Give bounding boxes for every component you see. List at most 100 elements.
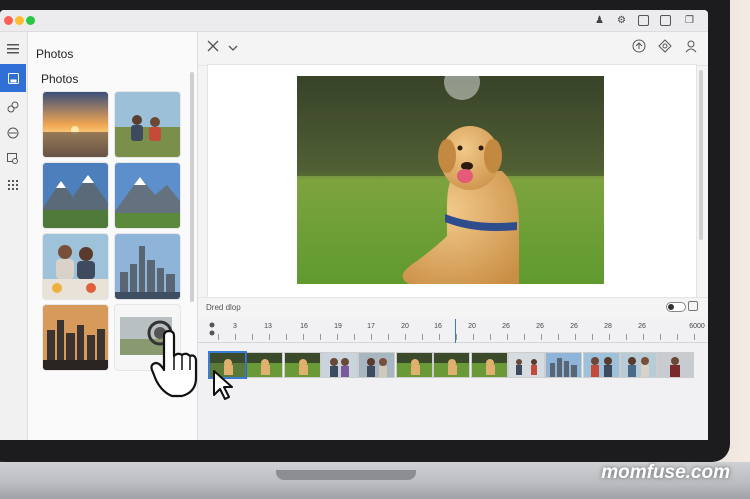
preview-image[interactable] [297, 76, 604, 284]
ruler-tick [592, 334, 593, 340]
ruler-tick [269, 334, 270, 340]
ruler-tick [507, 334, 508, 340]
wand-icon[interactable] [204, 39, 222, 57]
ruler-tick [337, 334, 338, 340]
drop-toggle[interactable] [666, 302, 686, 312]
icon-rail [0, 32, 28, 440]
tick-label: 3 [233, 323, 237, 330]
timeline-marker-icon [209, 322, 215, 336]
timeline-frame[interactable] [397, 353, 432, 377]
tick-label: 26 [536, 323, 544, 330]
copy-icon[interactable]: ❐ [684, 15, 695, 26]
people-icon[interactable]: ♟ [594, 15, 605, 26]
ruler-tick [235, 334, 236, 340]
ruler-tick [388, 334, 389, 340]
ruler-tick [575, 334, 576, 340]
timeline-frame[interactable] [322, 353, 357, 377]
tick-label: 28 [604, 323, 612, 330]
canvas-scrollbar[interactable] [699, 70, 703, 240]
timeline-frame[interactable] [434, 353, 469, 377]
photo-thumb-mountains[interactable] [43, 163, 108, 228]
library-title: Photos [41, 72, 79, 86]
ruler-tick [660, 334, 661, 340]
tick-label: 26 [570, 323, 578, 330]
photo-thumb-friends[interactable] [43, 234, 108, 299]
ruler-tick [439, 334, 440, 340]
tick-label: 26 [638, 323, 646, 330]
maximize-window-button[interactable] [26, 16, 35, 25]
timeline-frame[interactable] [621, 353, 656, 377]
person-icon[interactable] [682, 39, 700, 57]
title-bar: ♟ ⚙ ❐ [0, 10, 708, 32]
search-icon[interactable] [2, 148, 24, 170]
minimize-window-button[interactable] [15, 16, 24, 25]
ruler-tick [626, 334, 627, 340]
timeline-frame[interactable] [247, 353, 282, 377]
photo-thumb-sunset[interactable] [43, 92, 108, 157]
tick-label: 16 [300, 323, 308, 330]
menu-icon[interactable] [2, 38, 24, 60]
window-icon[interactable] [660, 15, 671, 26]
ruler-tick [677, 334, 678, 340]
ruler-tick [558, 334, 559, 340]
ruler-tick [320, 334, 321, 340]
upload-icon[interactable] [630, 39, 648, 57]
chevron-down-icon[interactable] [224, 39, 242, 57]
laptop-notch [276, 470, 416, 480]
ruler-tick [524, 334, 525, 340]
ruler-tick [490, 334, 491, 340]
ruler-tick [541, 334, 542, 340]
sidebar-title: Photos [36, 47, 74, 61]
gear-icon[interactable]: ⚙ [616, 15, 627, 26]
preview-canvas [207, 64, 697, 300]
timeline-ruler[interactable]: 3 13 16 19 17 20 16 20 26 26 26 28 26 60… [198, 319, 708, 343]
tag-icon[interactable] [2, 122, 24, 144]
timeline-frame[interactable] [509, 353, 544, 377]
ruler-tick [609, 334, 610, 340]
tick-label: 13 [264, 323, 272, 330]
watermark: momfuse.com [601, 462, 730, 483]
timeline-frame[interactable] [584, 353, 619, 377]
photo-thumb-skyline[interactable] [115, 234, 180, 299]
timeline-frame[interactable] [546, 353, 581, 377]
tick-label: 6000 [689, 323, 705, 330]
editor-toolbar [198, 32, 708, 66]
sidebar-scrollbar[interactable] [190, 72, 194, 302]
grid-icon[interactable] [2, 174, 24, 196]
ruler-tick [405, 334, 406, 340]
ruler-tick [422, 334, 423, 340]
expand-icon[interactable] [688, 301, 698, 311]
close-window-button[interactable] [4, 16, 13, 25]
tick-label: 20 [468, 323, 476, 330]
photo-icon[interactable] [638, 15, 649, 26]
link-icon[interactable] [2, 96, 24, 118]
timeline-frame[interactable] [285, 353, 320, 377]
tick-label: 26 [502, 323, 510, 330]
ruler-tick [456, 334, 457, 340]
tick-label: 19 [334, 323, 342, 330]
photo-thumb-couple[interactable] [115, 92, 180, 157]
arrow-cursor-icon [213, 370, 233, 400]
hand-cursor-icon [150, 330, 198, 398]
ruler-tick [371, 334, 372, 340]
save-icon[interactable] [0, 64, 26, 92]
ruler-tick [218, 334, 219, 340]
timeline-frame[interactable] [658, 353, 693, 377]
timeline-frame[interactable] [472, 353, 507, 377]
drop-area-label: Dred dlop [206, 303, 241, 312]
app-window: ♟ ⚙ ❐ Photos Photos Dred dlop 3 13 16 19… [0, 10, 708, 440]
playhead[interactable] [455, 319, 456, 343]
ruler-tick [354, 334, 355, 340]
ruler-tick [473, 334, 474, 340]
drop-area-bar: Dred dlop [198, 297, 708, 319]
tick-label: 17 [367, 323, 375, 330]
photo-thumb-peaks[interactable] [115, 163, 180, 228]
diamond-icon[interactable] [656, 39, 674, 57]
ruler-tick [694, 334, 695, 340]
photo-thumb-city-sunset[interactable] [43, 305, 108, 370]
ruler-tick [286, 334, 287, 340]
tick-label: 20 [401, 323, 409, 330]
toggle-knob [668, 304, 674, 310]
ruler-tick [303, 334, 304, 340]
timeline-frame[interactable] [359, 353, 394, 377]
